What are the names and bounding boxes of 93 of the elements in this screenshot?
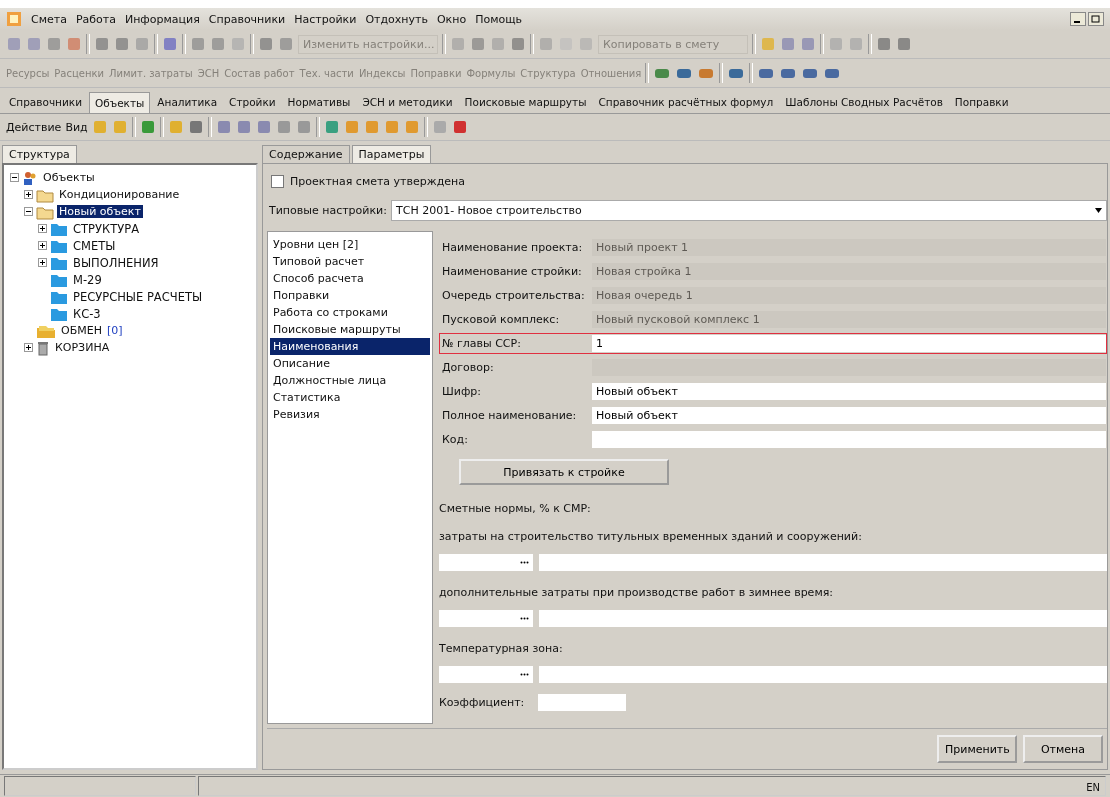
menu-item[interactable]: Отдохнуть xyxy=(365,12,428,26)
section-item[interactable]: Статистика xyxy=(270,389,430,406)
ellipsis-icon[interactable] xyxy=(520,673,529,676)
module-tab[interactable]: Нормативы xyxy=(282,92,356,113)
dropdown-arrow-icon xyxy=(1095,208,1102,213)
text-field[interactable] xyxy=(539,666,1107,683)
menu-item[interactable]: Информация xyxy=(124,12,200,26)
section-item[interactable]: Типовой расчет xyxy=(270,253,430,270)
field-label: дополнительные затраты при производстве работ в зимнее время: xyxy=(439,586,834,599)
section-item[interactable]: Описание xyxy=(270,355,430,372)
field-label: Код: xyxy=(441,433,469,446)
tree-item[interactable]: Объекты xyxy=(41,171,97,184)
minimize-button[interactable] xyxy=(1070,12,1086,26)
module-tab[interactable]: Поправки xyxy=(949,92,1014,113)
dialog-button[interactable]: Применить xyxy=(937,735,1017,763)
field-label: Шифр: xyxy=(441,385,482,398)
field-label: Типовые настройки: xyxy=(269,204,387,217)
action-menu[interactable]: Действие xyxy=(6,120,62,134)
menu-item[interactable]: Окно xyxy=(436,12,467,26)
tree-item[interactable]: СТРУКТУРА xyxy=(71,221,141,236)
section-item[interactable]: Способ расчета xyxy=(270,270,430,287)
field-label: Договор: xyxy=(441,361,495,374)
field-label: затраты на строительство титульных временных зданий и сооружений: xyxy=(439,530,863,543)
expander-icon[interactable] xyxy=(38,258,47,267)
preset-dropdown[interactable]: ТСН 2001- Новое строительство xyxy=(391,200,1107,221)
trash-icon xyxy=(36,339,50,356)
section-item[interactable]: Наименования xyxy=(270,338,430,355)
picker-field[interactable] xyxy=(439,554,533,571)
field-label: Наименование стройки: xyxy=(441,265,583,278)
expander-icon[interactable] xyxy=(38,224,47,233)
bind-button[interactable]: Привязать к стройке xyxy=(459,459,669,485)
field-label: Пусковой комплекс: xyxy=(441,313,561,326)
section-item[interactable]: Поисковые маршруты xyxy=(270,321,430,338)
expander-icon[interactable] xyxy=(38,241,47,250)
module-tab[interactable]: Стройки xyxy=(224,92,281,113)
text-field[interactable]: Новый объект xyxy=(592,383,1106,400)
field-label: Коэффициент: xyxy=(439,696,525,709)
coefficient-field[interactable] xyxy=(538,694,627,711)
ellipsis-icon[interactable] xyxy=(520,561,529,564)
section-item[interactable]: Должностные лица xyxy=(270,372,430,389)
tree-item[interactable]: КОРЗИНА xyxy=(53,341,112,354)
menu-item[interactable]: Настройки xyxy=(294,12,357,26)
tree-item[interactable]: ВЫПОЛНЕНИЯ xyxy=(71,255,161,270)
expander-icon[interactable] xyxy=(24,207,33,216)
module-tab[interactable]: Справочник расчётных формул xyxy=(593,92,779,113)
menu-item[interactable]: Справочники xyxy=(208,12,286,26)
people-icon xyxy=(22,169,38,186)
expander-icon[interactable] xyxy=(24,190,33,199)
checkbox[interactable] xyxy=(271,174,284,188)
panel-tab[interactable]: Структура xyxy=(2,145,77,163)
module-tab[interactable]: ЭСН и методики xyxy=(357,92,458,113)
panel-tab[interactable]: Содержание xyxy=(262,145,350,163)
picker-field[interactable] xyxy=(439,610,533,627)
language-indicator: EN xyxy=(1086,782,1100,793)
module-tab[interactable]: Поисковые маршруты xyxy=(459,92,592,113)
expander-icon[interactable] xyxy=(10,173,19,182)
menu-item[interactable]: Помощь xyxy=(475,12,522,26)
tree-item[interactable]: КС-3 xyxy=(71,306,103,321)
text-field[interactable] xyxy=(539,554,1107,571)
section-heading: Сметные нормы, % к СМР: xyxy=(439,502,592,515)
module-tab[interactable]: Аналитика xyxy=(152,92,223,113)
picker-field[interactable] xyxy=(439,666,533,683)
field-label: Полное наименование: xyxy=(441,409,578,422)
item-count: [0] xyxy=(106,324,123,337)
panel-tab[interactable]: Параметры xyxy=(351,145,432,163)
module-tab[interactable]: Справочники xyxy=(4,92,87,113)
field-label: Температурная зона: xyxy=(439,642,564,655)
expander-icon[interactable] xyxy=(24,343,33,352)
field-label: Очередь строительства: xyxy=(441,289,586,302)
field-label: Наименование проекта: xyxy=(441,241,584,254)
menu-item[interactable]: Работа xyxy=(75,12,116,26)
section-item[interactable]: Работа со строками xyxy=(270,304,430,321)
section-item[interactable]: Уровни цен [2] xyxy=(270,236,430,253)
restore-button[interactable] xyxy=(1088,12,1104,26)
menu-item[interactable]: Смета xyxy=(31,12,67,26)
tree-item[interactable]: Кондиционирование xyxy=(57,188,182,201)
text-field[interactable]: Новый объект xyxy=(592,407,1106,424)
checkbox-label: Проектная смета утверждена xyxy=(290,174,465,188)
text-field[interactable] xyxy=(592,431,1106,448)
module-tab[interactable]: Шаблоны Сводных Расчётов xyxy=(780,92,948,113)
tree-item[interactable]: Новый объект xyxy=(57,205,143,218)
text-field[interactable] xyxy=(539,610,1107,627)
tree-item[interactable]: РЕСУРСНЫЕ РАСЧЕТЫ xyxy=(71,289,205,304)
section-item[interactable]: Ревизия xyxy=(270,406,430,423)
tree-item[interactable]: М-29 xyxy=(71,272,104,287)
ellipsis-icon[interactable] xyxy=(520,617,529,620)
app-logo-icon xyxy=(6,11,22,27)
tree-item[interactable]: ОБМЕН xyxy=(59,324,104,337)
tree-item[interactable]: СМЕТЫ xyxy=(71,238,118,253)
section-item[interactable]: Поправки xyxy=(270,287,430,304)
action-menu[interactable]: Вид xyxy=(65,120,88,134)
dialog-button[interactable]: Отмена xyxy=(1023,735,1103,763)
module-tab[interactable]: Объекты xyxy=(88,92,151,113)
